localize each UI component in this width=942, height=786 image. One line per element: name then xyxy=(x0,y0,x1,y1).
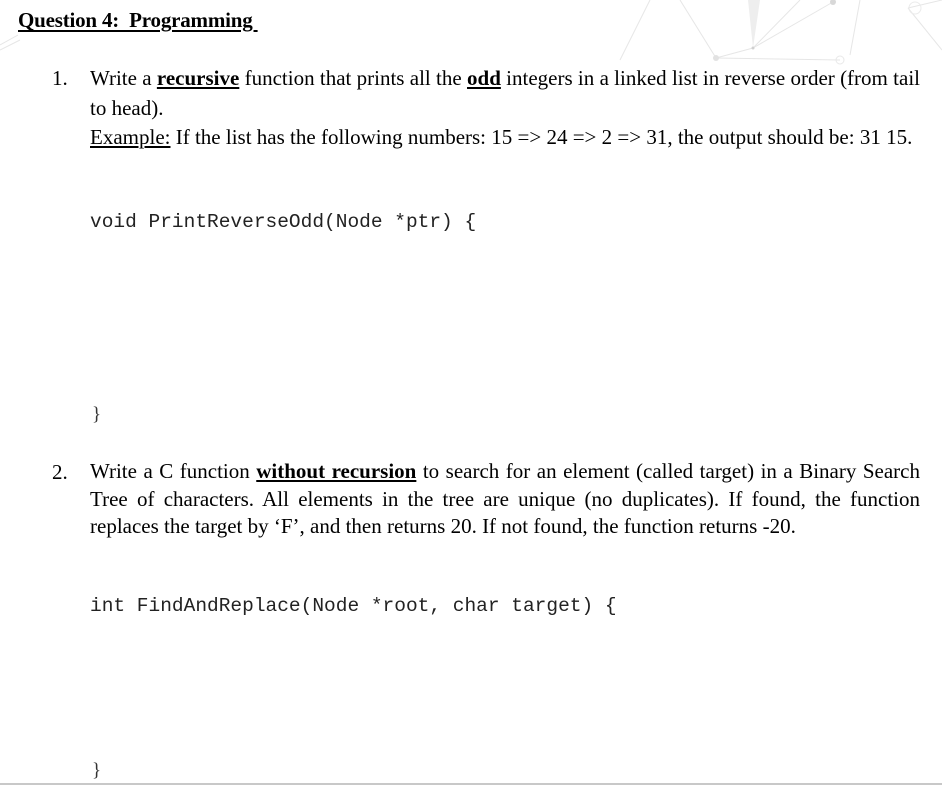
question-number: 2. xyxy=(52,460,68,484)
code-signature-find-and-replace: int FindAndReplace(Node *root, char targ… xyxy=(90,595,617,617)
page-bottom-divider xyxy=(0,783,942,785)
question-1: 1. Write a recursive function that print… xyxy=(52,64,920,153)
emphasis-odd: odd xyxy=(467,66,501,90)
question-1-example: Example: If the list has the following n… xyxy=(90,125,913,149)
code-closing-brace: } xyxy=(92,760,102,781)
question-number: 1. xyxy=(52,66,68,90)
question-1-prompt: Write a recursive function that prints a… xyxy=(90,66,920,120)
question-2-prompt: Write a C function without recursion to … xyxy=(90,459,920,538)
emphasis-recursive: recursive xyxy=(156,66,240,90)
question-2: 2. Write a C function without recursion … xyxy=(52,458,920,541)
code-closing-brace: } xyxy=(92,404,102,425)
example-label: Example: xyxy=(90,125,171,149)
emphasis-without-recursion: without recursion xyxy=(256,459,417,483)
code-signature-print-reverse-odd: void PrintReverseOdd(Node *ptr) { xyxy=(90,211,477,233)
section-heading: Question 4: Programming xyxy=(18,8,258,32)
